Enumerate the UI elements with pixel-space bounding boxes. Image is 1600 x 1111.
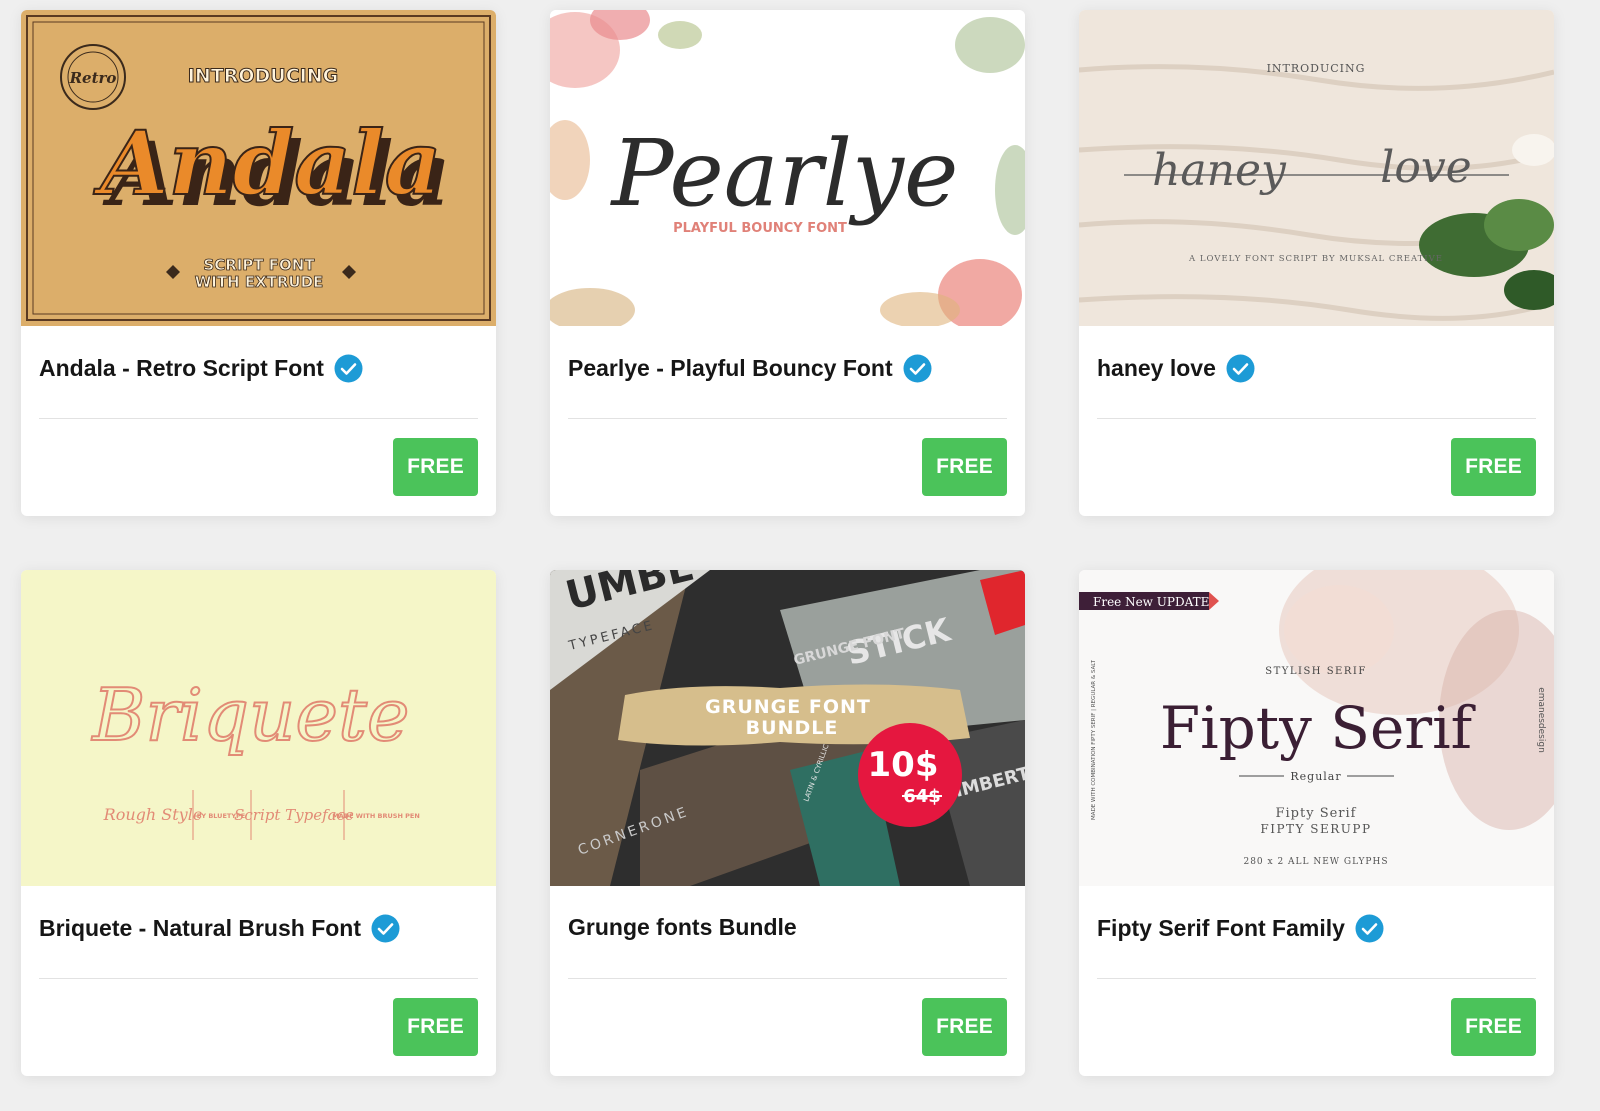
verified-icon — [903, 354, 932, 383]
divider — [568, 978, 1007, 979]
art-title-text: Pearlye — [610, 120, 959, 227]
verified-icon — [334, 354, 363, 383]
product-thumbnail[interactable]: Retro INTRODUCING Andala Andala SCRIPT F… — [21, 10, 496, 326]
art-sub-text: MADE WITH BRUSH PEN — [332, 812, 420, 820]
product-title[interactable]: Briquete - Natural Brush Font — [39, 915, 361, 942]
art-tag-text: Free New UPDATE — [1093, 595, 1209, 609]
product-title[interactable]: haney love — [1097, 355, 1216, 382]
product-card: Pearlye PLAYFUL BOUNCY FONT Pearlye - Pl… — [550, 10, 1025, 516]
product-title[interactable]: Andala - Retro Script Font — [39, 355, 324, 382]
art-line-text: Fipty Serif — [1276, 806, 1357, 821]
free-download-button[interactable]: FREE — [1451, 438, 1536, 496]
product-title[interactable]: Grunge fonts Bundle — [568, 914, 797, 941]
product-thumbnail[interactable]: INTRODUCING haney love A LOVELY FONT SCR… — [1079, 10, 1554, 326]
art-kicker-text: STYLISH SERIF — [1265, 666, 1367, 677]
art-sub-text: PLAYFUL BOUNCY FONT — [673, 221, 847, 236]
product-thumbnail[interactable]: UMBE TYPEFACE CORNERONE STICK GRUNGE FON… — [550, 570, 1025, 886]
art-word-text: haney — [1152, 145, 1287, 196]
art-side-text: emanesdesign — [1536, 687, 1546, 753]
art-sub-text: Rough Style — [103, 805, 203, 824]
art-banner-text: BUNDLE — [746, 717, 839, 739]
art-title-text: Fipty Serif — [1160, 694, 1476, 762]
sale-price-text: 10$ — [868, 745, 939, 785]
art-intro-text: INTRODUCING — [1267, 62, 1366, 75]
free-download-button[interactable]: FREE — [393, 998, 478, 1056]
free-download-button[interactable]: FREE — [1451, 998, 1536, 1056]
verified-icon — [371, 914, 400, 943]
stamp-text: Retro — [69, 69, 117, 87]
free-download-button[interactable]: FREE — [393, 438, 478, 496]
art-banner-text: GRUNGE FONT — [705, 696, 871, 718]
divider — [1097, 418, 1536, 419]
art-sub-text: WITH EXTRUDE — [195, 273, 324, 291]
art-glyphs-text: 280 x 2 ALL NEW GLYPHS — [1243, 857, 1388, 867]
free-download-button[interactable]: FREE — [922, 998, 1007, 1056]
divider — [39, 418, 478, 419]
art-word-text: love — [1380, 142, 1471, 193]
product-title[interactable]: Pearlye - Playful Bouncy Font — [568, 355, 893, 382]
product-thumbnail[interactable]: Briquete Rough Style BY BLUETYPE Script … — [21, 570, 496, 886]
product-card: Free New UPDATE STYLISH SERIF Fipty Seri… — [1079, 570, 1554, 1076]
divider — [568, 418, 1007, 419]
product-card: INTRODUCING haney love A LOVELY FONT SCR… — [1079, 10, 1554, 516]
art-line-text: FIPTY SERUPP — [1260, 822, 1371, 836]
free-download-button[interactable]: FREE — [922, 438, 1007, 496]
product-thumbnail[interactable]: Free New UPDATE STYLISH SERIF Fipty Seri… — [1079, 570, 1554, 886]
art-intro-text: INTRODUCING — [188, 65, 338, 87]
art-title-text: Briquete — [91, 673, 410, 757]
product-title[interactable]: Fipty Serif Font Family — [1097, 915, 1345, 942]
art-title-text: Andala — [93, 111, 441, 215]
art-weight-text: Regular — [1290, 770, 1341, 783]
product-card: Retro INTRODUCING Andala Andala SCRIPT F… — [21, 10, 496, 516]
divider — [1097, 978, 1536, 979]
product-card: Briquete Rough Style BY BLUETYPE Script … — [21, 570, 496, 1076]
art-sub-text: A LOVELY FONT SCRIPT BY MUKSAL CREATIVE — [1188, 254, 1443, 264]
divider — [39, 978, 478, 979]
verified-icon — [1226, 354, 1255, 383]
product-thumbnail[interactable]: Pearlye PLAYFUL BOUNCY FONT — [550, 10, 1025, 326]
product-card: UMBE TYPEFACE CORNERONE STICK GRUNGE FON… — [550, 570, 1025, 1076]
font-grid: Retro INTRODUCING Andala Andala SCRIPT F… — [0, 0, 1600, 1111]
art-sub-text: SCRIPT FONT — [203, 256, 315, 274]
art-side-text: MADE WITH COMBINATION FIPTY SERIF | REGU… — [1091, 659, 1097, 820]
verified-icon — [1355, 914, 1384, 943]
